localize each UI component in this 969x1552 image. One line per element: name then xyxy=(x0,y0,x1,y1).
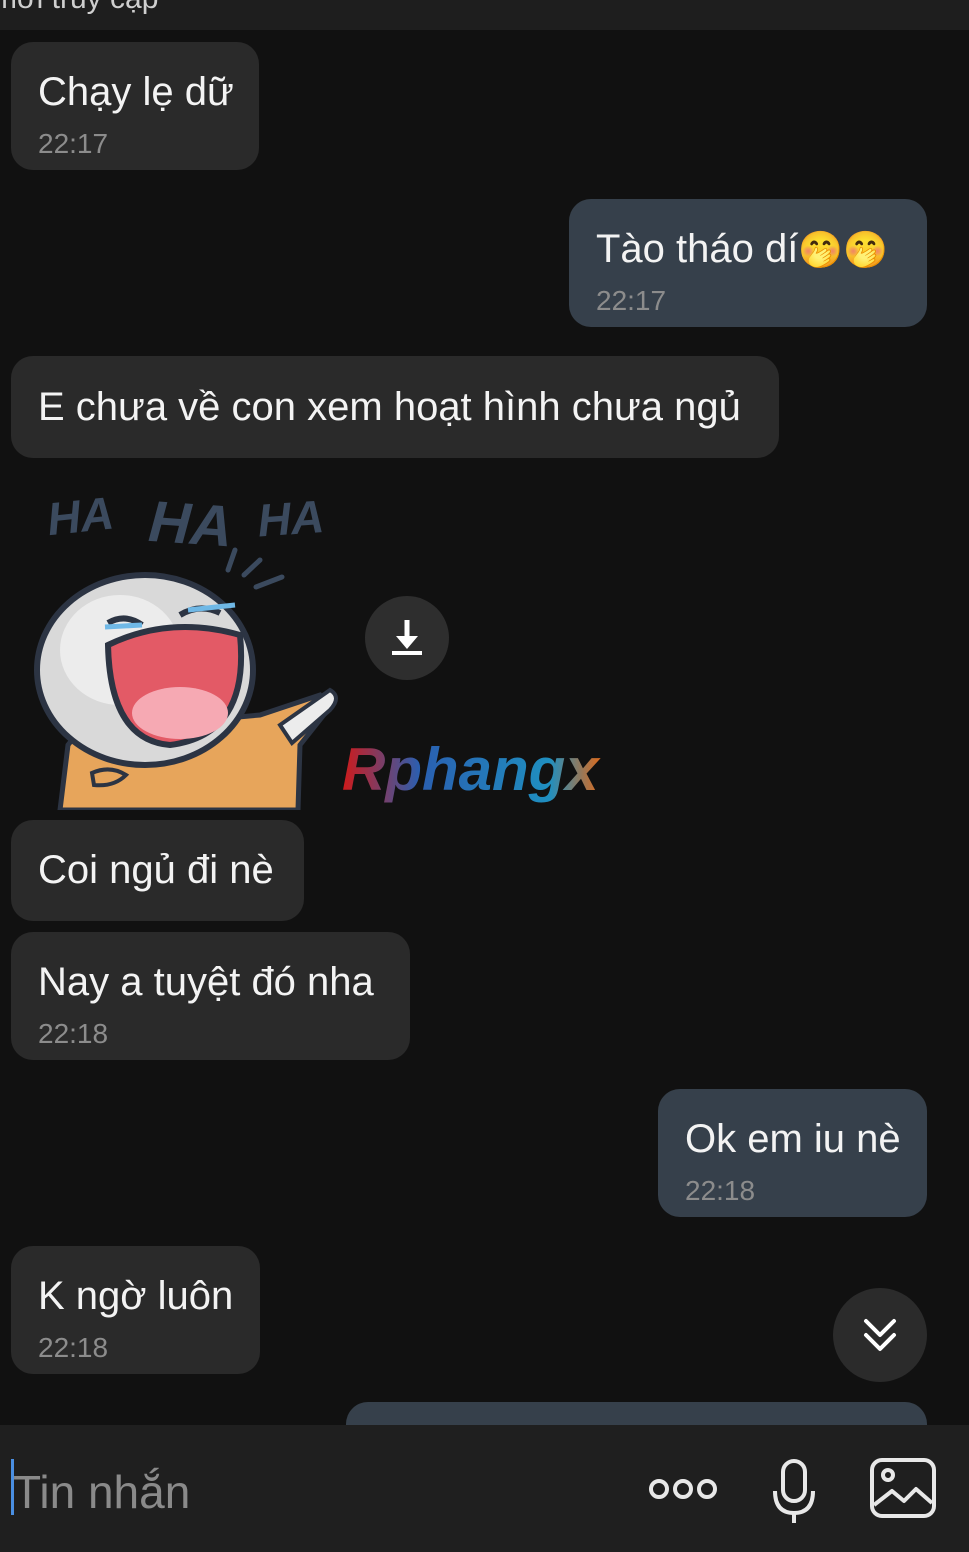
message-time: 22:18 xyxy=(685,1175,756,1206)
message-text: Ok em iu nè xyxy=(685,1117,901,1161)
message-time: 22:18 xyxy=(38,1018,109,1049)
emoji-face-hand-over-mouth: 🤭🤭 xyxy=(798,229,889,270)
message-bubble-outgoing[interactable]: Tào tháo dí🤭🤭 22:17 xyxy=(569,199,927,327)
sticker-ha-text: HA xyxy=(45,487,117,546)
more-dots-icon xyxy=(649,1479,717,1499)
message-input-placeholder: Tin nhắn xyxy=(13,1466,191,1518)
message-time: 22:17 xyxy=(596,285,667,316)
message-text: Nay a tuyệt đó nha xyxy=(38,960,374,1004)
watermark-logo-image: Rphangx xyxy=(342,736,601,803)
svg-text:Rphangx: Rphangx xyxy=(342,736,601,803)
download-icon xyxy=(392,620,422,655)
sticker-ha-text: HA xyxy=(256,490,326,547)
message-bubble-incoming[interactable]: Chạy lẹ dữ 22:17 xyxy=(11,42,259,170)
voice-message-button[interactable] xyxy=(764,1455,824,1527)
message-time: 22:17 xyxy=(38,128,109,159)
sticker-message[interactable]: HA HA HA xyxy=(30,475,350,813)
message-text: K ngờ luôn xyxy=(38,1274,234,1318)
chat-header-status: mới truy cập xyxy=(0,0,969,30)
message-bubble-incoming[interactable]: Coi ngủ đi nè xyxy=(11,820,304,921)
watermark-logo: Rphangx xyxy=(342,735,642,810)
more-button[interactable] xyxy=(640,1463,726,1515)
message-text: Chạy lẹ dữ xyxy=(38,70,234,114)
message-bubble-incoming[interactable]: K ngờ luôn 22:18 xyxy=(11,1246,260,1374)
message-time: 22:18 xyxy=(38,1332,109,1363)
sticker-ha-text: HA xyxy=(147,489,235,560)
message-text: Tào tháo dí🤭🤭 xyxy=(596,227,889,271)
message-bubble-incoming[interactable]: E chưa về con xem hoạt hình chưa ngủ xyxy=(11,356,779,458)
laughing-sticker-image: HA HA HA xyxy=(34,487,338,813)
message-bubble-outgoing[interactable]: Ok em iu nè 22:18 xyxy=(658,1089,927,1217)
scroll-to-bottom-button[interactable] xyxy=(833,1288,927,1382)
microphone-icon xyxy=(773,1459,815,1523)
message-text: Coi ngủ đi nè xyxy=(38,848,274,892)
message-bubble-incoming[interactable]: Nay a tuyệt đó nha 22:18 xyxy=(11,932,410,1060)
message-text: E chưa về con xem hoạt hình chưa ngủ xyxy=(38,385,741,429)
attach-image-button[interactable] xyxy=(866,1455,940,1521)
image-icon xyxy=(870,1458,936,1518)
message-composer: Tin nhắn xyxy=(0,1425,969,1552)
header-status-text: mới truy cập xyxy=(0,0,158,16)
message-input[interactable]: Tin nhắn xyxy=(0,1425,620,1552)
download-button[interactable] xyxy=(365,596,449,680)
double-chevron-down-icon xyxy=(864,1319,896,1351)
